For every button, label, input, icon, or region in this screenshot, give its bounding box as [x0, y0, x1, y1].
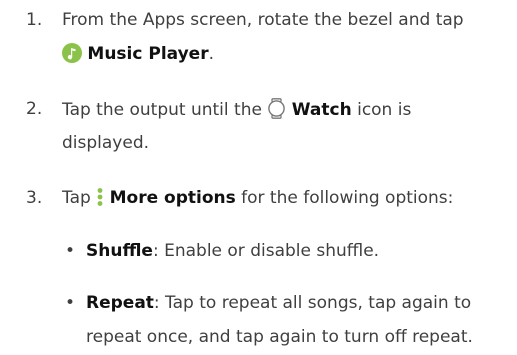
bullet-dot: • — [65, 293, 76, 313]
music-player-label: Music Player — [87, 44, 209, 64]
step-1-line2: Music Player. — [62, 43, 214, 65]
instructions: 1. From the Apps screen, rotate the beze… — [0, 0, 517, 355]
repeat-text: : Tap to repeat all songs, tap again to — [153, 293, 472, 313]
step-1-text: From the Apps screen, rotate the bezel a… — [62, 10, 464, 30]
shuffle-label: Shuffle — [86, 241, 153, 261]
watch-label: Watch — [291, 100, 352, 120]
bullet-repeat-line2: repeat once, and tap again to turn off r… — [86, 327, 473, 347]
step-2-before: Tap the output until the — [62, 100, 262, 120]
more-options-icon — [97, 188, 103, 206]
step-3-number: 3. — [26, 188, 43, 208]
step-3-after: for the following options: — [235, 188, 454, 208]
bullet-repeat: Repeat: Tap to repeat all songs, tap aga… — [86, 292, 471, 314]
shuffle-text: : Enable or disable shuffle. — [152, 241, 380, 261]
step-3-before: Tap — [62, 188, 91, 208]
step-2-line2: displayed. — [62, 133, 150, 153]
step-2-number: 2. — [26, 99, 43, 119]
bullet-dot: • — [65, 241, 76, 261]
step-1-number: 1. — [26, 10, 43, 30]
watch-icon — [268, 98, 286, 119]
step-3-text: Tap More options for the following optio… — [62, 187, 453, 209]
more-options-label: More options — [109, 188, 236, 208]
repeat-label: Repeat — [86, 293, 154, 313]
step-2-text: Tap the output until the Watch icon is — [62, 98, 411, 121]
bullet-shuffle: Shuffle: Enable or disable shuffle. — [86, 240, 379, 262]
music-note-icon — [62, 43, 82, 63]
step-1-period: . — [208, 44, 215, 64]
step-2-after: icon is — [351, 100, 412, 120]
